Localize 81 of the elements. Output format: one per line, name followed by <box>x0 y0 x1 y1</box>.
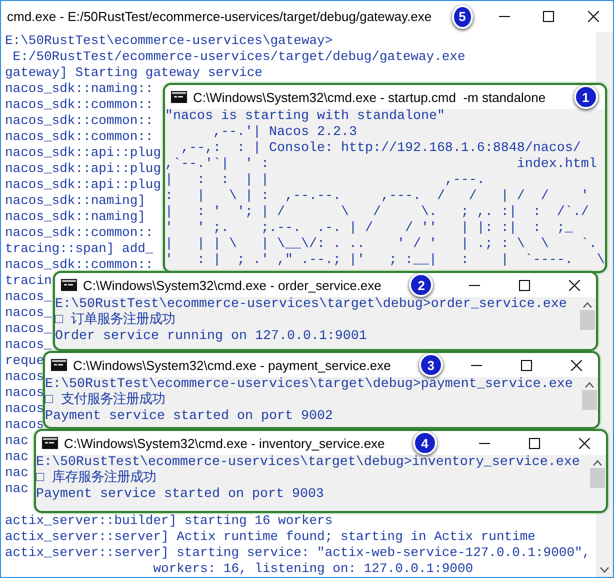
console-line: | | | \ | \__\/: . .. ' / ' | .; : \ \ `. <box>165 237 597 253</box>
scroll-thumb[interactable] <box>580 310 595 330</box>
console-line: tracing::span] add_ <box>5 241 154 257</box>
console-line: ' ' ;. ;.--. .-. | / / '' | |: :| : ;_ <box>165 221 573 237</box>
console-icon <box>61 279 77 291</box>
console-line: nacos_sdk::api::plug <box>5 145 162 161</box>
console-line: actix_server::server] Actix runtime found; starting in Actix runtime <box>5 529 536 545</box>
console-line: ,--.'| Nacos 2.2.3 <box>212 125 357 141</box>
console-line: | : : | | ,---. <box>165 173 485 189</box>
console-line: □ 库存服务注册成功 <box>36 471 156 487</box>
console-line: | : ' '; | / \ / \. ; ,. :| : /`./ <box>165 205 589 221</box>
close-icon[interactable] <box>568 280 580 290</box>
window-title: C:\Windows\System32\cmd.exe - inventory_service.exe <box>64 436 385 450</box>
scroll-thumb[interactable] <box>590 468 605 488</box>
console-line: nacos_sdk::api::plug <box>5 177 162 193</box>
console-line: nac <box>5 433 28 449</box>
console-line: nacos_ <box>5 321 52 337</box>
console-line: reque <box>5 353 44 369</box>
console-line: nacos_ <box>5 289 52 305</box>
scroll-up-icon[interactable] <box>593 460 602 466</box>
console-line: nacos_sdk::common:: <box>5 97 154 113</box>
console-line: workers: 16, listening on: 127.0.0.1:9000 <box>152 561 474 577</box>
console-line: nac <box>5 481 28 497</box>
console-icon <box>42 437 58 449</box>
scroll-thumb[interactable] <box>582 390 597 410</box>
scroll-down-icon[interactable] <box>600 567 609 573</box>
console-line: Payment service started on port 9003 <box>36 487 324 503</box>
console-line: nacos <box>5 385 44 401</box>
number-badge: 3 <box>418 353 443 377</box>
console-line: ,`--.'`| ' : index.html <box>165 157 597 173</box>
console-line: E:\50RustTest\ecommerce-uservices\gateway> <box>5 33 333 49</box>
window-title: C:\Windows\System32\cmd.exe - payment_service.exe <box>73 358 391 372</box>
console-line: nacos_ <box>5 305 52 321</box>
maximize-icon[interactable] <box>518 280 530 290</box>
console-line: nacos_sdk::common:: <box>5 113 154 129</box>
maximize-icon[interactable] <box>543 11 554 22</box>
console-line: nacos_sdk::naming] <box>5 209 146 225</box>
console-line: Payment service started on port 9002 <box>45 409 333 425</box>
console-line: nacos_sdk::naming:: <box>5 81 154 97</box>
scroll-up-icon[interactable] <box>583 302 592 308</box>
console-line: nacos_ <box>5 337 52 353</box>
console-line: actix_server::builder] starting 16 workers <box>5 513 333 529</box>
console-line: nacos_sdk::common:: <box>5 225 154 241</box>
window-title: C:\Windows\System32\cmd.exe - order_service.exe <box>83 278 382 292</box>
console-line: ' : | ; .' ," .--.; |' ; :__| : | `----. \ <box>165 253 605 269</box>
number-badge: 1 <box>574 85 598 109</box>
console-line: nacos <box>5 369 44 385</box>
window-title: cmd.exe - E:/50RustTest/ecommerce-uservices/target/debug/gateway.exe <box>7 9 432 24</box>
console-line: nacos_sdk::api::plug <box>5 161 162 177</box>
console-line: E:/50RustTest/ecommerce-uservices/target/debug/gateway.exe <box>12 49 466 65</box>
console-line: E:\50RustTest\ecommerce-uservices\target\debug>order_service.exe <box>55 297 567 312</box>
console-line: nacos <box>5 401 44 417</box>
console-line: "nacos is starting with standalone" <box>165 109 445 125</box>
console-line: gateway] Starting gateway service <box>5 65 262 81</box>
console-icon <box>51 359 67 371</box>
console-line: nacos <box>5 417 44 433</box>
close-icon[interactable] <box>578 438 590 448</box>
console-line: nac <box>5 465 28 481</box>
console-line: : | \ | : ,--.--. ,---. / / | / / ' <box>165 189 589 205</box>
window-title: C:\Windows\System32\cmd.exe - startup.cmd -m standalone <box>193 90 546 104</box>
console-line: nacos_sdk::common:: <box>5 129 154 145</box>
number-badge: 2 <box>409 273 434 297</box>
console-line: nacos_sdk::common:: <box>5 257 154 273</box>
console-line: E:\50RustTest\ecommerce-uservices\target\debug>payment_service.exe <box>45 377 573 392</box>
number-badge: 4 <box>412 431 437 455</box>
console-line: nacos_sdk::naming] <box>5 193 146 209</box>
close-icon[interactable] <box>588 11 600 22</box>
console-line: E:\50RustTest\ecommerce-uservices\target\debug>inventory_service.exe <box>36 455 580 470</box>
console-line: nac <box>5 449 28 465</box>
maximize-icon[interactable] <box>520 360 532 370</box>
console-line: tracin <box>5 273 52 289</box>
console-line: □ 支付服务注册成功 <box>45 393 165 409</box>
console-line: actix_server::server] starting service: "actix-web-service-127.0.0.1:9000", <box>5 545 590 561</box>
console-line: □ 订单服务注册成功 <box>55 313 175 329</box>
scroll-up-icon[interactable] <box>585 382 594 388</box>
console-line: ,--,: : | Console: http://192.168.1.6:8848/nacos/ <box>180 141 581 157</box>
console-line: Order service running on 127.0.0.1:9001 <box>55 329 367 345</box>
number-badge: 5 <box>452 4 473 28</box>
maximize-icon[interactable] <box>528 438 540 448</box>
console-icon <box>171 91 187 103</box>
close-icon[interactable] <box>570 360 582 370</box>
